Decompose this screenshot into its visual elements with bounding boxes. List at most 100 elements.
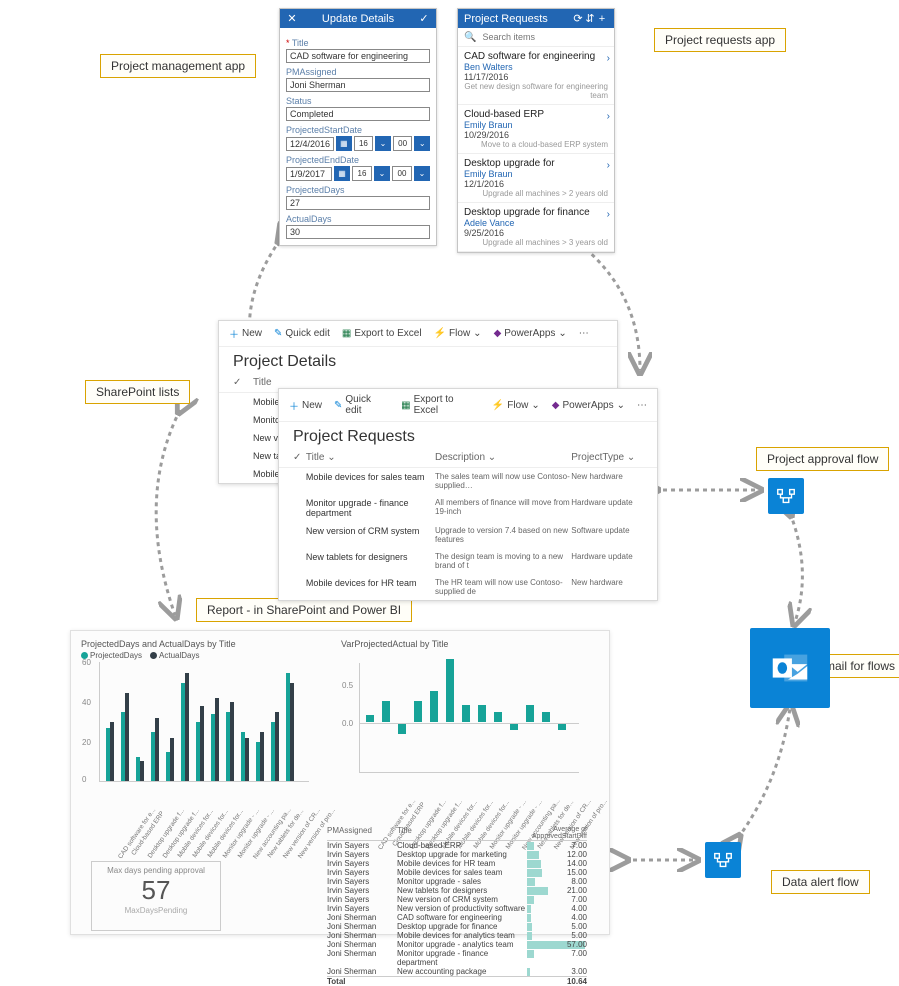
table-row[interactable]: Mobile devices for sales teamThe sales t… — [279, 468, 657, 494]
end-hour[interactable]: 16 — [352, 166, 372, 181]
search-input[interactable] — [480, 31, 608, 43]
outlook-icon[interactable] — [750, 628, 830, 708]
col-ptype[interactable]: ProjectType ⌄ — [571, 452, 643, 463]
enddate-label: ProjectedEndDate — [286, 155, 430, 165]
table-row: Irvin SayersNew version of CRM system7.0… — [327, 895, 587, 904]
projdays-label: ProjectedDays — [286, 185, 430, 195]
table-row: Irvin SayersMonitor upgrade - sales8.00 — [327, 877, 587, 886]
calendar-icon[interactable]: ▦ — [334, 166, 350, 181]
request-item[interactable]: › Desktop upgrade for finance Adele Vanc… — [458, 203, 614, 252]
title-input[interactable]: CAD software for engineering — [286, 49, 430, 63]
table-row[interactable]: Monitor upgrade - finance departmentAll … — [279, 494, 657, 522]
startdate-input[interactable]: 12/4/2016 — [286, 137, 334, 151]
sp-requests-title: Project Requests — [279, 422, 657, 448]
start-min[interactable]: 00 — [393, 136, 413, 151]
request-item[interactable]: › Desktop upgrade for Emily Braun 12/1/2… — [458, 154, 614, 203]
table-row[interactable]: New version of CRM systemUpgrade to vers… — [279, 522, 657, 548]
table-row[interactable]: New tablets for designersThe design team… — [279, 548, 657, 574]
item-title: Desktop upgrade for — [464, 158, 608, 169]
update-title: Update Details — [298, 13, 418, 25]
item-title: Desktop upgrade for finance — [464, 207, 608, 218]
item-person: Ben Walters — [464, 62, 608, 72]
item-title: Cloud-based ERP — [464, 109, 608, 120]
end-min[interactable]: 00 — [392, 166, 412, 181]
table-row: Joni ShermanMobile devices for analytics… — [327, 931, 587, 940]
tbl-col-avg: Average of ApprovedStartDiff — [527, 826, 587, 840]
table-row: Joni ShermanDesktop upgrade for finance5… — [327, 922, 587, 931]
sp-toolbar: ＋New ✎Quick edit ▦Export to Excel ⚡Flow … — [219, 321, 617, 347]
chevron-right-icon: › — [607, 209, 610, 220]
col-title[interactable]: Title — [253, 377, 433, 388]
chart2-bars: 0.5 0.0 — [359, 663, 579, 773]
confirm-icon[interactable]: ✓ — [418, 12, 430, 25]
sort-icon[interactable]: ⇵ — [584, 12, 596, 25]
item-desc: Upgrade all machines > 2 years old — [464, 189, 608, 198]
add-icon[interactable]: + — [596, 13, 608, 25]
table-row: Joni ShermanNew accounting package3.00 — [327, 967, 587, 976]
requests-title: Project Requests — [464, 13, 572, 25]
powerapps-button[interactable]: ◆PowerApps ⌄ — [552, 394, 625, 416]
table-row: Irvin SayersMobile devices for sales tea… — [327, 868, 587, 877]
more-icon[interactable]: ⋯ — [579, 326, 589, 341]
chart1-legend: ProjectedDays ActualDays — [81, 651, 321, 660]
chevron-right-icon: › — [607, 160, 610, 171]
kpi-card: Max days pending approval 57 MaxDaysPend… — [91, 861, 221, 931]
request-item[interactable]: › Cloud-based ERP Emily Braun 10/29/2016… — [458, 105, 614, 154]
chevron-down-icon[interactable]: ⌄ — [375, 136, 391, 151]
quickedit-button[interactable]: ✎Quick edit — [334, 394, 389, 416]
table-row: Irvin SayersMobile devices for HR team14… — [327, 859, 587, 868]
table-row[interactable]: Mobile devices for HR teamThe HR team wi… — [279, 574, 657, 600]
item-person: Emily Braun — [464, 169, 608, 179]
table-row: Joni ShermanCAD software for engineering… — [327, 913, 587, 922]
sp-project-requests: ＋New ✎Quick edit ▦Export to Excel ⚡Flow … — [278, 388, 658, 601]
refresh-icon[interactable]: ⟳ — [572, 12, 584, 25]
tbl-col-title: Title — [397, 826, 527, 840]
item-date: 11/17/2016 — [464, 72, 608, 82]
request-item[interactable]: › CAD software for engineering Ben Walte… — [458, 47, 614, 105]
table-row: Irvin SayersDesktop upgrade for marketin… — [327, 850, 587, 859]
flow-icon[interactable] — [705, 842, 741, 878]
callout-splists: SharePoint lists — [85, 380, 190, 404]
search-icon: 🔍 — [464, 32, 476, 43]
projdays-input[interactable]: 27 — [286, 196, 430, 210]
callout-dataalert: Data alert flow — [771, 870, 870, 894]
item-person: Emily Braun — [464, 120, 608, 130]
item-date: 12/1/2016 — [464, 179, 608, 189]
flow-button[interactable]: ⚡Flow ⌄ — [492, 394, 540, 416]
col-desc[interactable]: Description ⌄ — [435, 452, 571, 463]
new-button[interactable]: ＋New — [229, 326, 262, 341]
status-label: Status — [286, 96, 430, 106]
export-button[interactable]: ▦Export to Excel — [401, 394, 480, 416]
chevron-right-icon: › — [607, 53, 610, 64]
item-title: CAD software for engineering — [464, 51, 608, 62]
callout-report: Report - in SharePoint and Power BI — [196, 598, 412, 622]
export-button[interactable]: ▦Export to Excel — [342, 326, 422, 341]
more-icon[interactable]: ⋯ — [637, 394, 647, 416]
actualdays-input[interactable]: 30 — [286, 225, 430, 239]
chevron-down-icon[interactable]: ⌄ — [414, 166, 430, 181]
table-row: Joni ShermanMonitor upgrade - finance de… — [327, 949, 587, 967]
quickedit-button[interactable]: ✎Quick edit — [274, 326, 330, 341]
startdate-label: ProjectedStartDate — [286, 125, 430, 135]
start-hour[interactable]: 16 — [354, 136, 374, 151]
col-title[interactable]: Title ⌄ — [306, 452, 435, 463]
chevron-down-icon[interactable]: ⌄ — [374, 166, 390, 181]
calendar-icon[interactable]: ▦ — [336, 136, 352, 151]
search-row[interactable]: 🔍 — [458, 28, 614, 47]
item-desc: Upgrade all machines > 3 years old — [464, 238, 608, 247]
chevron-down-icon[interactable]: ⌄ — [414, 136, 430, 151]
report-table: PMAssigned Title Average of ApprovedStar… — [327, 826, 587, 986]
flow-icon[interactable] — [768, 478, 804, 514]
chart1-title: ProjectedDays and ActualDays by Title — [81, 639, 321, 649]
kpi-label: Max days pending approval — [92, 866, 220, 875]
tbl-col-pm: PMAssigned — [327, 826, 397, 840]
pm-input[interactable]: Joni Sherman — [286, 78, 430, 92]
powerapps-button[interactable]: ◆PowerApps ⌄ — [494, 326, 567, 341]
new-button[interactable]: ＋New — [289, 394, 322, 416]
update-header: ✕ Update Details ✓ — [280, 9, 436, 28]
table-row: Irvin SayersNew version of productivity … — [327, 904, 587, 913]
close-icon[interactable]: ✕ — [286, 12, 298, 25]
status-input[interactable]: Completed — [286, 107, 430, 121]
flow-button[interactable]: ⚡Flow ⌄ — [434, 326, 482, 341]
enddate-input[interactable]: 1/9/2017 — [286, 167, 332, 181]
